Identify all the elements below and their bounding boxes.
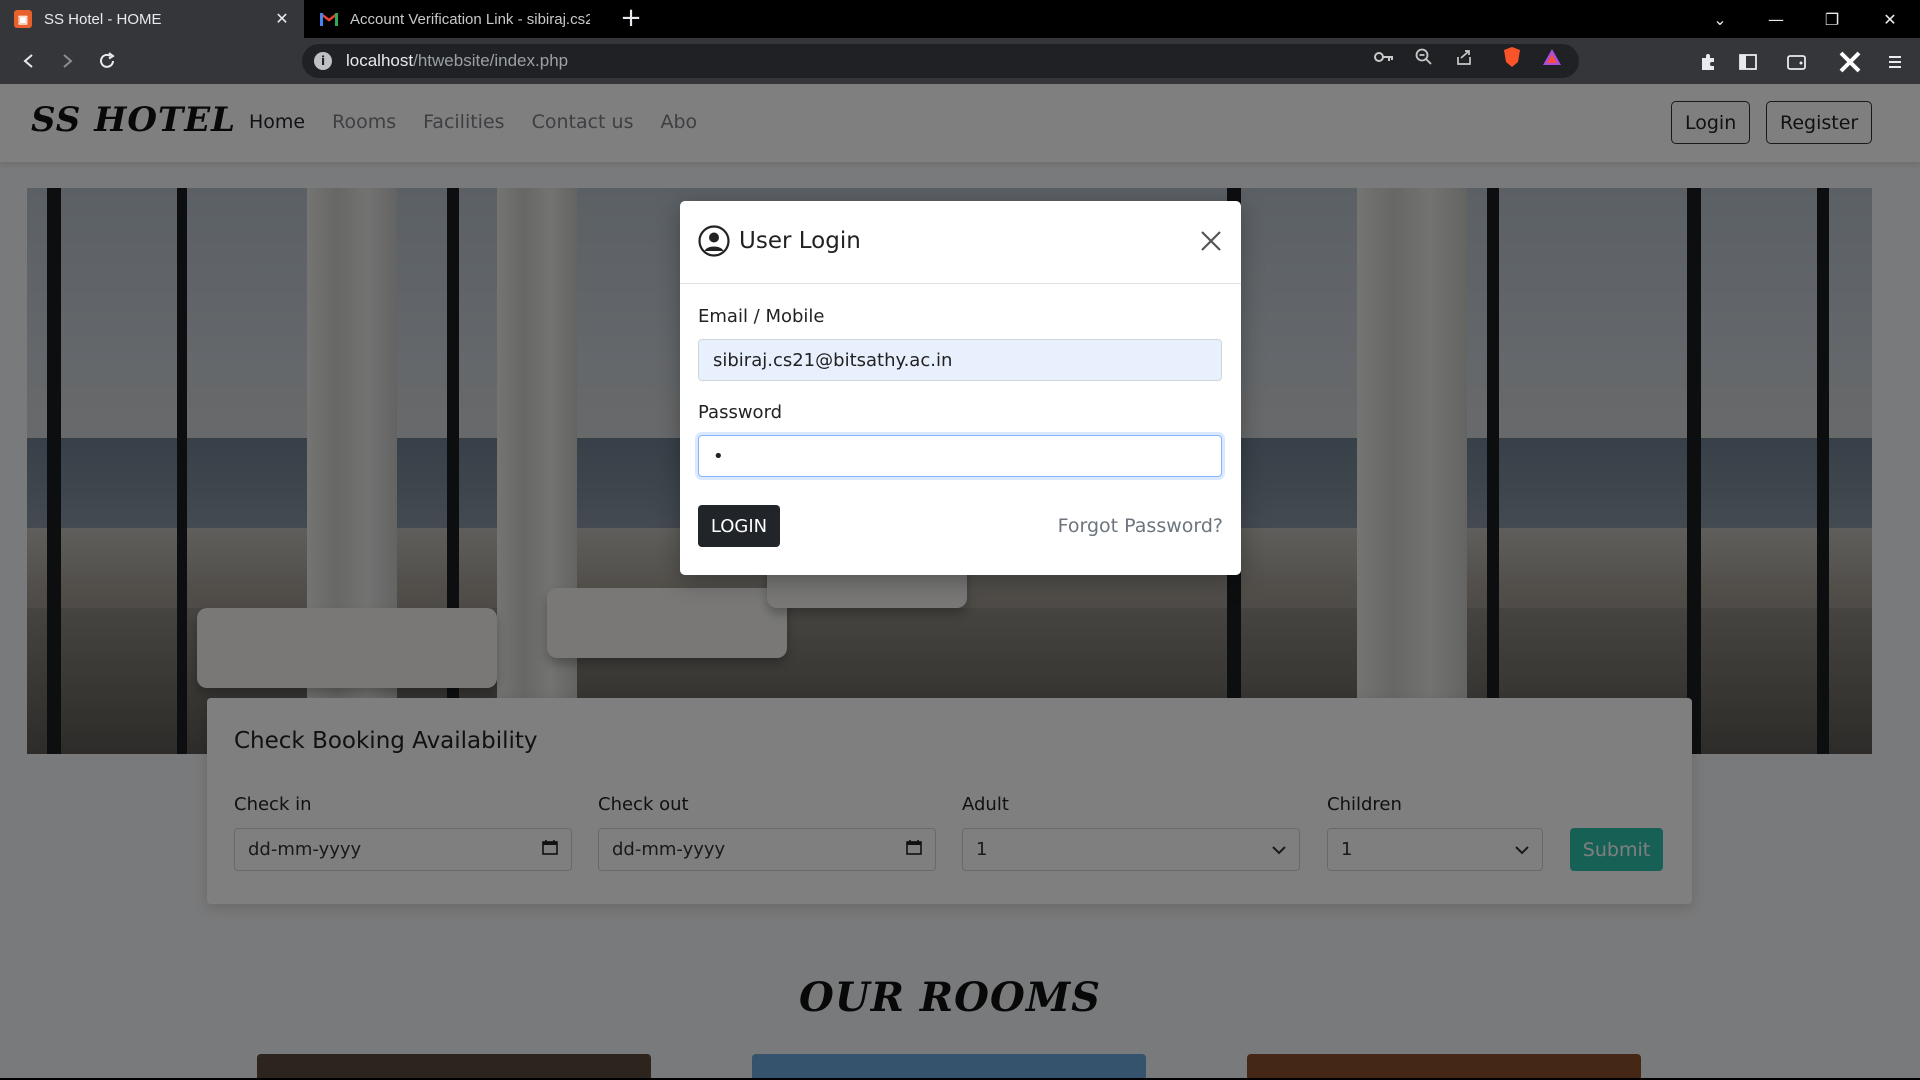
- password-field[interactable]: •: [698, 435, 1222, 477]
- restore-icon[interactable]: ❐: [1804, 0, 1860, 38]
- menu-icon[interactable]: [1883, 50, 1907, 74]
- login-button[interactable]: LOGIN: [698, 505, 780, 547]
- email-label: Email / Mobile: [698, 306, 825, 327]
- back-icon[interactable]: [14, 46, 44, 76]
- gmail-favicon-icon: [320, 10, 338, 28]
- forgot-password-link[interactable]: Forgot Password?: [1058, 515, 1223, 537]
- page-viewport: SS HOTEL Home Rooms Facilities Contact u…: [0, 84, 1920, 1080]
- password-label: Password: [698, 402, 783, 423]
- site-info-icon[interactable]: i: [314, 52, 332, 70]
- sidebar-icon[interactable]: [1736, 50, 1760, 74]
- extensions-puzzle-icon[interactable]: [1696, 50, 1720, 74]
- wallet-icon[interactable]: [1785, 50, 1809, 74]
- zoom-icon[interactable]: [1413, 46, 1435, 68]
- modal-title: User Login: [698, 225, 861, 257]
- url-host: localhost: [346, 51, 414, 70]
- close-icon[interactable]: [1199, 229, 1225, 255]
- brave-shields-icon[interactable]: [1501, 46, 1523, 68]
- user-login-modal: User Login Email / Mobile sibiraj.cs21@b…: [680, 201, 1241, 575]
- share-icon[interactable]: [1453, 46, 1475, 68]
- modal-header: User Login: [680, 201, 1241, 284]
- new-tab-plus-icon[interactable]: +: [616, 4, 646, 34]
- browser-tab-gmail[interactable]: Account Verification Link - sibiraj.cs21: [306, 0, 602, 38]
- browser-tab-bar: ▣ SS Hotel - HOME ✕ Account Verification…: [0, 0, 1920, 38]
- tab-title: SS Hotel - HOME: [44, 10, 162, 28]
- app-extension-icon[interactable]: [1838, 50, 1862, 74]
- tab-search-chevron-icon[interactable]: ⌄: [1692, 0, 1748, 38]
- brave-rewards-icon[interactable]: [1541, 46, 1563, 68]
- key-icon[interactable]: [1373, 46, 1395, 68]
- url-path: /htwebsite/index.php: [413, 51, 569, 70]
- hotel-favicon-icon: ▣: [14, 10, 32, 28]
- tab-title: Account Verification Link - sibiraj.cs21: [350, 10, 590, 28]
- email-field[interactable]: sibiraj.cs21@bitsathy.ac.in: [698, 339, 1222, 381]
- window-close-icon[interactable]: ✕: [1862, 0, 1918, 38]
- user-circle-icon: [698, 225, 730, 257]
- browser-toolbar: i localhost/htwebsite/index.php: [0, 38, 1920, 84]
- tab-close-icon[interactable]: ✕: [272, 9, 292, 29]
- browser-tab-ss-hotel[interactable]: ▣ SS Hotel - HOME ✕: [0, 0, 304, 38]
- minimize-icon[interactable]: —: [1748, 0, 1804, 38]
- modal-title-text: User Login: [739, 228, 861, 254]
- reload-icon[interactable]: [92, 46, 122, 76]
- forward-icon[interactable]: [52, 46, 82, 76]
